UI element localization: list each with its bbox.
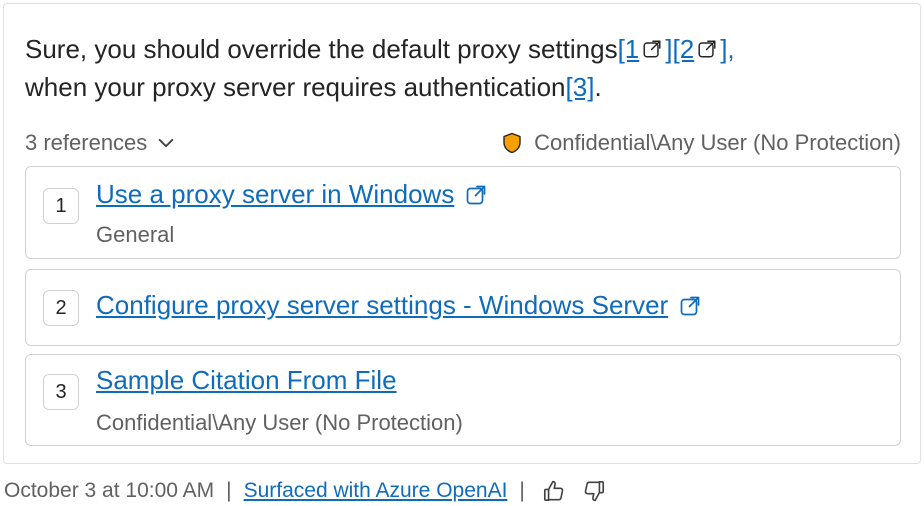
reference-item-3[interactable]: 3 Sample Citation From File Confidential… xyxy=(25,354,901,446)
citation-link-2[interactable]: [2 xyxy=(673,34,695,64)
chevron-down-icon xyxy=(158,138,174,148)
azure-openai-link[interactable]: Surfaced with Azure OpenAI xyxy=(244,479,508,503)
chat-message-card: Sure, you should override the default pr… xyxy=(3,3,921,464)
citation-close-1: ] xyxy=(665,34,673,64)
message-text-2: when your proxy server requires authenti… xyxy=(25,72,566,102)
open-in-new-icon[interactable] xyxy=(641,32,663,58)
reference-item-2[interactable]: 2 Configure proxy server settings - Wind… xyxy=(25,269,901,346)
reference-link-2[interactable]: Configure proxy server settings - Window… xyxy=(96,290,668,321)
thumbs-up-icon[interactable] xyxy=(541,478,567,504)
thumbs-down-icon[interactable] xyxy=(581,478,607,504)
reference-number: 3 xyxy=(43,374,79,410)
sensitivity-text: Confidential\Any User (No Protection) xyxy=(534,130,901,155)
open-in-new-icon[interactable] xyxy=(464,183,488,207)
citation-link-3[interactable]: [3] xyxy=(566,72,595,102)
reference-link-3[interactable]: Sample Citation From File xyxy=(96,365,397,396)
message-text-end: . xyxy=(594,72,602,102)
open-in-new-icon[interactable] xyxy=(696,32,718,58)
sensitivity-label: Confidential\Any User (No Protection) xyxy=(500,130,901,156)
reference-link-1[interactable]: Use a proxy server in Windows xyxy=(96,179,454,210)
citation-close-2: ], xyxy=(720,34,735,64)
message-footer: October 3 at 10:00 AM | Surfaced with Az… xyxy=(4,476,607,506)
references-toggle[interactable]: 3 references xyxy=(25,130,177,156)
shield-icon xyxy=(503,132,521,154)
reference-number: 1 xyxy=(43,188,79,224)
citation-link-1[interactable]: [1 xyxy=(618,34,640,64)
references-header: 3 references Confidential\Any User (No P… xyxy=(25,128,901,158)
references-count-label: 3 references xyxy=(25,130,148,155)
footer-separator: | xyxy=(519,479,525,502)
timestamp: October 3 at 10:00 AM xyxy=(4,479,215,502)
footer-separator: | xyxy=(226,479,232,502)
message-body: Sure, you should override the default pr… xyxy=(25,30,905,106)
reference-number: 2 xyxy=(43,290,79,326)
reference-subtitle: General xyxy=(96,222,175,247)
message-text-1: Sure, you should override the default pr… xyxy=(25,34,618,64)
reference-subtitle: Confidential\Any User (No Protection) xyxy=(96,410,463,435)
open-in-new-icon[interactable] xyxy=(678,294,702,318)
reference-item-1[interactable]: 1 Use a proxy server in Windows General xyxy=(25,166,901,259)
